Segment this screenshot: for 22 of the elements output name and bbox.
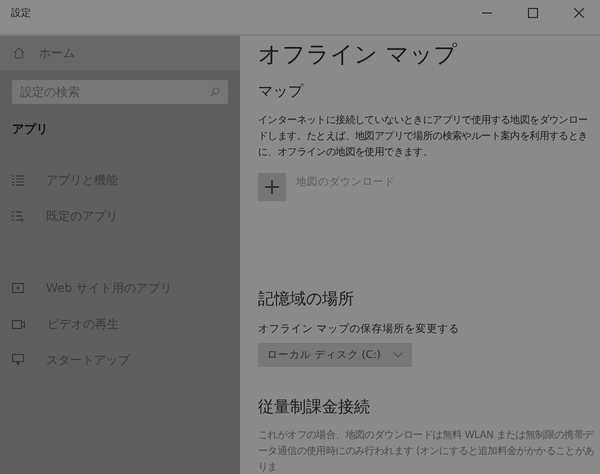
plus-icon [265,180,279,194]
drive-dropdown[interactable]: ローカル ディスク (C:) [258,343,412,367]
section-heading: 記憶域の場所 [258,289,355,310]
home-icon [13,47,25,59]
add-button[interactable] [258,173,286,201]
section-heading: アプリ [12,121,49,138]
field-label: オフライン マップの保存場所を変更する [258,322,460,336]
close-icon[interactable] [574,8,584,18]
window-icon [12,283,24,293]
search-icon [210,87,220,97]
page-title: オフライン マップ [258,41,458,70]
window-title: 設定 [11,6,31,20]
monitor-icon [12,354,24,366]
section-heading: マップ [258,82,304,101]
maximize-icon[interactable] [528,8,538,18]
section-heading: 従量制課金接続 [258,397,371,418]
list-arrow-icon [12,210,24,222]
description-text: インターネットに接続していないときにアプリで使用する地図をダウンロードします。たとえば、地図アプリで場所の検索やルート案内を利用するときに、オフラインの地図を使用できます。 [258,114,589,160]
camera-icon [12,320,25,328]
chevron-icon [392,352,403,358]
list-icon [12,174,24,186]
description-text: これがオフの場合、地図のダウンロードは無料 WLAN または無制限の携帯データ通信の使用時にのみ行われます (オンにすると追加料金がかかることがありま [258,428,596,474]
